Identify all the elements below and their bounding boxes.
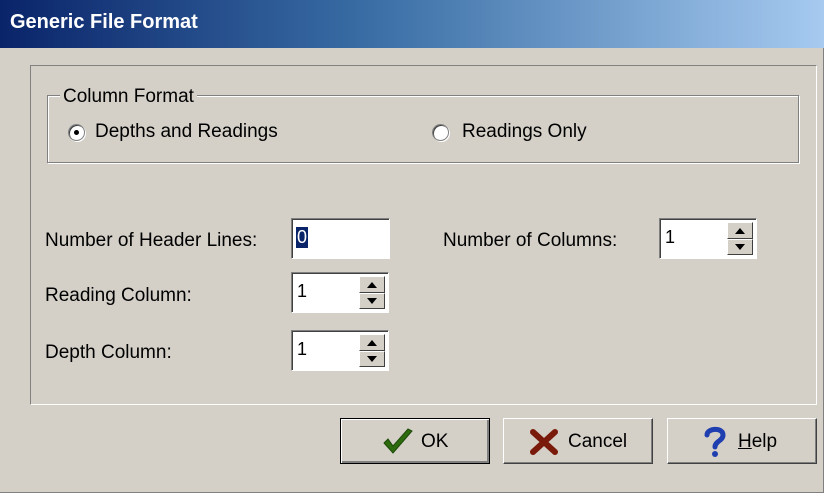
depth-column-spin-buttons bbox=[359, 334, 385, 367]
reading-column-up-button[interactable] bbox=[359, 276, 385, 293]
x-icon bbox=[530, 429, 558, 455]
reading-column-spinner[interactable]: 1 bbox=[291, 272, 389, 313]
header-lines-input[interactable]: 0 bbox=[291, 218, 390, 259]
readings-only-label[interactable]: Readings Only bbox=[462, 121, 587, 143]
depth-column-label: Depth Column: bbox=[45, 342, 172, 363]
num-columns-up-button[interactable] bbox=[727, 222, 753, 239]
reading-column-label: Reading Column: bbox=[45, 285, 192, 306]
up-arrow-icon bbox=[735, 228, 745, 234]
down-arrow-icon bbox=[735, 243, 745, 250]
reading-column-value: 1 bbox=[297, 281, 308, 301]
checkmark-icon bbox=[383, 428, 413, 454]
title-bar[interactable]: Generic File Format bbox=[0, 0, 824, 48]
num-columns-value: 1 bbox=[665, 227, 676, 247]
header-lines-value: 0 bbox=[296, 227, 309, 248]
depth-column-down-button[interactable] bbox=[359, 350, 385, 367]
depths-and-readings-label[interactable]: Depths and Readings bbox=[95, 121, 278, 143]
num-columns-spin-buttons bbox=[727, 222, 753, 255]
depths-and-readings-radio[interactable] bbox=[68, 124, 85, 141]
depth-column-up-button[interactable] bbox=[359, 334, 385, 351]
depth-column-spinner[interactable]: 1 bbox=[291, 330, 389, 371]
question-icon bbox=[704, 426, 726, 457]
up-arrow-icon bbox=[367, 340, 377, 346]
up-arrow-icon bbox=[367, 282, 377, 288]
down-arrow-icon bbox=[367, 297, 377, 304]
help-button[interactable]: Help bbox=[667, 418, 817, 464]
reading-column-down-button[interactable] bbox=[359, 292, 385, 309]
ok-button[interactable]: OK bbox=[340, 418, 490, 464]
depth-column-value: 1 bbox=[297, 339, 308, 359]
num-columns-spinner[interactable]: 1 bbox=[659, 218, 757, 259]
num-columns-label: Number of Columns: bbox=[443, 230, 618, 251]
window-title: Generic File Format bbox=[10, 11, 198, 33]
readings-only-radio[interactable] bbox=[432, 124, 449, 141]
generic-file-format-dialog: Generic File Format Column Format Depths… bbox=[0, 0, 824, 493]
help-label: Help bbox=[738, 431, 777, 453]
cancel-button[interactable]: Cancel bbox=[503, 418, 653, 464]
reading-column-spin-buttons bbox=[359, 276, 385, 309]
header-lines-label: Number of Header Lines: bbox=[45, 230, 258, 251]
help-label-rest: elp bbox=[751, 431, 778, 452]
down-arrow-icon bbox=[367, 355, 377, 362]
cancel-label: Cancel bbox=[568, 431, 628, 452]
column-format-legend: Column Format bbox=[60, 86, 197, 108]
num-columns-down-button[interactable] bbox=[727, 238, 753, 255]
help-mnemonic: H bbox=[738, 431, 752, 452]
ok-label: OK bbox=[421, 431, 449, 452]
radio-selected-dot bbox=[74, 130, 79, 135]
